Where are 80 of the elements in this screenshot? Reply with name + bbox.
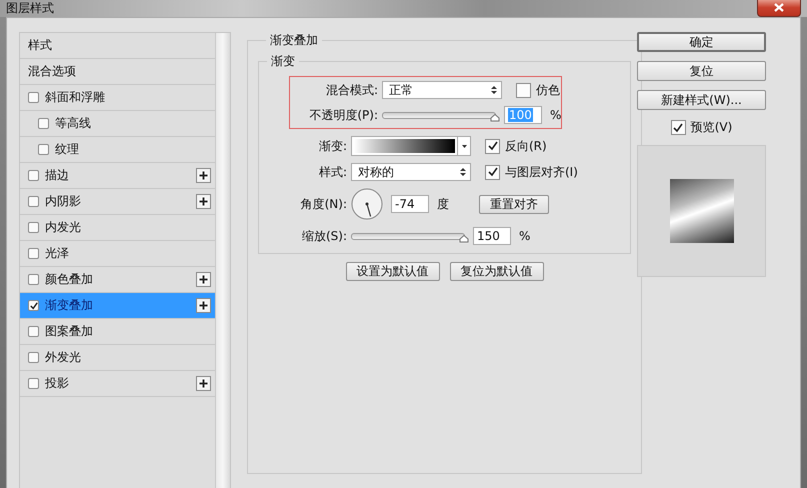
- style-list-item[interactable]: 渐变叠加: [20, 293, 215, 319]
- dialog-button[interactable]: 确定: [637, 32, 766, 52]
- add-button[interactable]: [196, 376, 211, 391]
- slider-thumb[interactable]: [490, 114, 500, 122]
- scale-input[interactable]: 150: [473, 227, 511, 245]
- style-list-item[interactable]: 纹理: [20, 137, 215, 163]
- unit-label: %: [550, 108, 562, 122]
- check-icon: [30, 302, 38, 310]
- plus-icon: [199, 301, 208, 310]
- checkbox[interactable]: [28, 274, 39, 285]
- updown-caret-icon: [491, 85, 497, 95]
- checkbox[interactable]: [485, 164, 500, 180]
- close-button[interactable]: [757, 0, 801, 17]
- section-title: 渐变叠加: [269, 32, 319, 49]
- field-label: 角度(N):: [300, 196, 348, 212]
- gradient-picker[interactable]: [351, 136, 471, 156]
- style-list-item[interactable]: 描边: [20, 163, 215, 189]
- checkbox[interactable]: [28, 222, 39, 233]
- checkbox-label: 仿色: [536, 82, 560, 98]
- dialog-button[interactable]: 新建样式(W)...: [637, 90, 766, 110]
- field-label: 不透明度(P):: [308, 106, 379, 124]
- plus-icon: [199, 275, 208, 284]
- plus-icon: [199, 379, 208, 388]
- check-icon: [488, 141, 498, 151]
- field-label: 混合模式:: [324, 82, 379, 98]
- reset-align-button[interactable]: 重置对齐: [479, 194, 549, 214]
- add-button[interactable]: [196, 272, 211, 287]
- style-list-item[interactable]: 等高线: [20, 111, 215, 137]
- add-button[interactable]: [196, 298, 211, 313]
- checkbox-label: 反向(R): [505, 138, 547, 154]
- checkbox[interactable]: [38, 118, 49, 129]
- check-icon: [673, 122, 684, 132]
- style-list-item[interactable]: 外发光: [20, 345, 215, 371]
- checkbox[interactable]: [28, 170, 39, 181]
- style-list-item[interactable]: 图案叠加: [20, 319, 215, 345]
- add-button[interactable]: [196, 168, 211, 183]
- gradient-preview: [670, 179, 734, 243]
- field-label: 样式:: [318, 164, 348, 180]
- checkbox-label: 预览(V): [690, 119, 732, 136]
- angle-dial[interactable]: [351, 188, 383, 220]
- style-dropdown[interactable]: 对称的: [351, 163, 471, 181]
- unit-label: %: [519, 229, 530, 243]
- checkbox[interactable]: [28, 196, 39, 207]
- group-title: 渐变: [270, 53, 296, 70]
- slider-thumb[interactable]: [459, 234, 469, 242]
- checkbox-label: 与图层对齐(I): [505, 164, 578, 180]
- scrollbar[interactable]: [216, 33, 230, 488]
- checkbox[interactable]: [28, 300, 39, 311]
- checkbox[interactable]: [28, 248, 39, 259]
- updown-caret-icon: [460, 167, 466, 177]
- close-icon: [774, 3, 784, 12]
- add-button[interactable]: [196, 194, 211, 209]
- default-button[interactable]: 设置为默认值: [346, 262, 440, 281]
- dropdown-caret-icon: [462, 144, 466, 148]
- checkbox[interactable]: [670, 120, 686, 135]
- default-button[interactable]: 复位为默认值: [450, 262, 544, 281]
- window-title: 图层样式: [6, 0, 54, 17]
- checkbox[interactable]: [28, 378, 39, 389]
- angle-input[interactable]: -74: [391, 195, 429, 213]
- field-label: 渐变:: [318, 138, 348, 154]
- dialog-button[interactable]: 复位: [637, 61, 766, 81]
- checkbox[interactable]: [28, 352, 39, 363]
- style-list-item[interactable]: 内发光: [20, 215, 215, 241]
- style-list-item[interactable]: 投影: [20, 371, 215, 397]
- plus-icon: [199, 197, 208, 206]
- blend-mode-dropdown[interactable]: 正常: [382, 81, 502, 99]
- checkbox[interactable]: [28, 92, 39, 103]
- checkbox[interactable]: [38, 144, 49, 155]
- check-icon: [488, 167, 498, 177]
- style-list-item[interactable]: 内阴影: [20, 189, 215, 215]
- checkbox[interactable]: [28, 326, 39, 337]
- unit-label: 度: [437, 196, 449, 212]
- checkbox[interactable]: [485, 138, 500, 154]
- field-label: 缩放(S):: [300, 228, 348, 244]
- plus-icon: [199, 171, 208, 180]
- style-list-item[interactable]: 样式: [20, 33, 215, 59]
- style-list-item[interactable]: 光泽: [20, 241, 215, 267]
- checkbox[interactable]: [516, 82, 531, 98]
- style-list-item[interactable]: 斜面和浮雕: [20, 85, 215, 111]
- style-list-item[interactable]: 混合选项: [20, 59, 215, 85]
